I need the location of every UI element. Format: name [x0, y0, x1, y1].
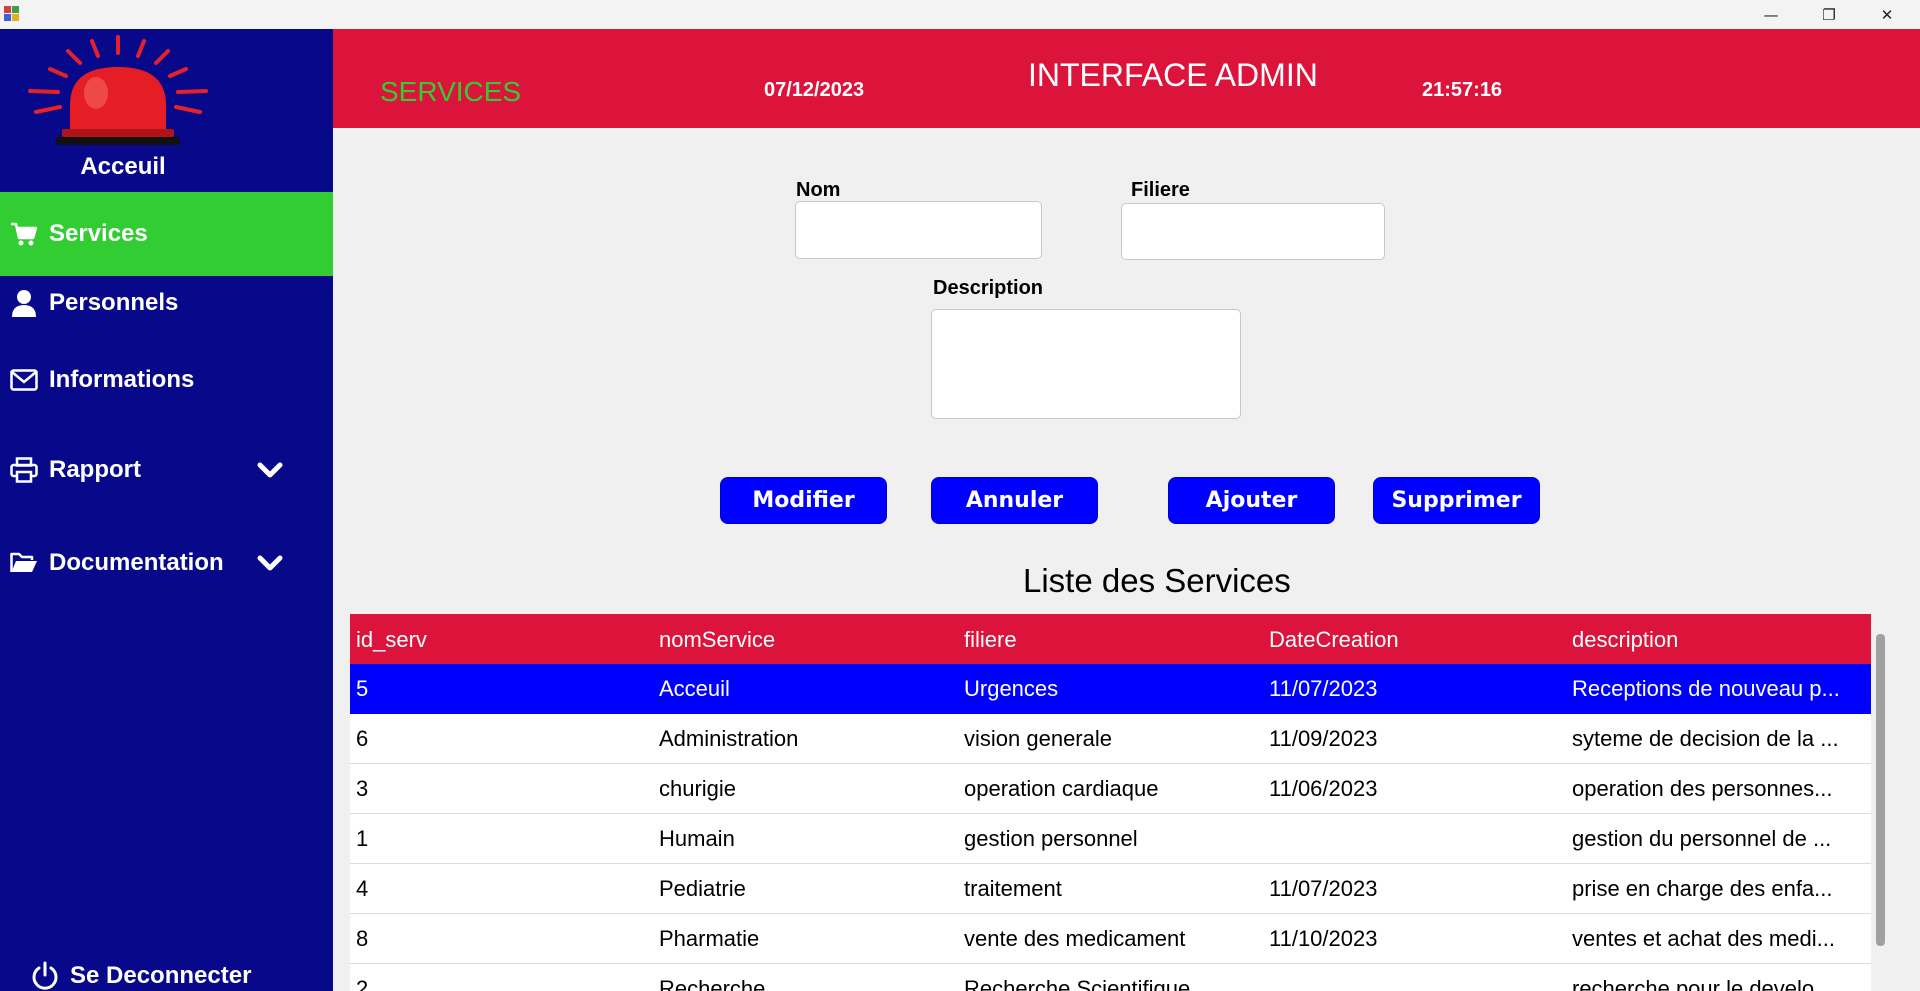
table-cell: churigie: [659, 776, 737, 801]
table-cell: gestion personnel: [964, 826, 1138, 851]
description-label: Description: [933, 277, 1044, 299]
chevron-down-icon[interactable]: [254, 454, 286, 486]
column-header[interactable]: nomService: [659, 627, 775, 653]
sidebar-item-personnels[interactable]: Personnels: [0, 271, 333, 335]
logout-label: Se Deconnecter: [70, 962, 252, 989]
current-time: 21:57:16: [1422, 79, 1503, 101]
user-icon: [10, 289, 38, 317]
list-title: Liste des Services: [1023, 562, 1291, 599]
table-cell: 4: [356, 876, 369, 901]
table-row[interactable]: 5 Acceuil Urgences 11/07/2023 Receptions…: [350, 664, 1871, 714]
modifier-button[interactable]: Modifier: [720, 477, 887, 524]
table-cell: ventes et achat des medi...: [1572, 926, 1835, 951]
table-cell: Recherche Scientifique: [964, 976, 1191, 991]
table-cell: 3: [356, 776, 369, 801]
sidebar-item-label: Informations: [49, 366, 195, 393]
table-cell: 8: [356, 926, 369, 951]
minimize-button[interactable]: —: [1742, 0, 1800, 29]
filiere-label: Filiere: [1131, 179, 1190, 201]
table-cell: Pediatrie: [659, 876, 746, 901]
table-cell: operation cardiaque: [964, 776, 1159, 801]
sidebar-item-label: Services: [49, 220, 148, 247]
table-cell: 5: [356, 676, 369, 701]
envelope-icon: [10, 366, 38, 394]
table-cell: 11/07/2023: [1269, 676, 1378, 701]
folder-open-icon: [10, 549, 38, 577]
table-row[interactable]: 3 churigie operation cardiaque 11/06/202…: [350, 764, 1871, 814]
table-cell: vision generale: [964, 726, 1112, 751]
column-header[interactable]: DateCreation: [1269, 627, 1399, 653]
table-cell: Administration: [659, 726, 799, 751]
logout-button[interactable]: Se Deconnecter: [30, 961, 251, 991]
nom-label: Nom: [796, 179, 841, 201]
table-cell: Receptions de nouveau p...: [1572, 676, 1840, 701]
sidebar-item-services[interactable]: Services: [0, 192, 333, 276]
sidebar-item-label: Personnels: [49, 289, 179, 316]
table-cell: 11/06/2023: [1269, 776, 1378, 801]
table-scrollbar[interactable]: [1876, 634, 1885, 946]
table-cell: operation des personnes...: [1572, 776, 1833, 801]
table-cell: 11/09/2023: [1269, 726, 1378, 751]
filiere-input[interactable]: [1121, 203, 1385, 260]
table-cell: 11/10/2023: [1269, 926, 1378, 951]
table-cell: Humain: [659, 826, 735, 851]
table-cell: 11/07/2023: [1269, 876, 1378, 901]
nom-input[interactable]: [795, 201, 1042, 259]
table-cell: Acceuil: [659, 676, 730, 701]
app-icon: [4, 6, 20, 22]
table-cell: 1: [356, 826, 369, 851]
ajouter-button[interactable]: Ajouter: [1168, 477, 1335, 524]
table-cell: prise en charge des enfa...: [1572, 876, 1833, 901]
current-date: 07/12/2023: [764, 79, 865, 101]
table-cell: vente des medicament: [964, 926, 1186, 951]
window-titlebar: — ❐ ✕: [0, 0, 1920, 29]
sidebar-item-documentation[interactable]: Documentation: [0, 531, 333, 595]
table-row[interactable]: 4 Pediatrie traitement 11/07/2023 prise …: [350, 864, 1871, 914]
table-cell: 2: [356, 976, 369, 991]
table-cell: Recherche: [659, 976, 766, 991]
supprimer-button[interactable]: Supprimer: [1373, 477, 1540, 524]
sidebar-item-label: Rapport: [49, 456, 141, 483]
column-header[interactable]: filiere: [964, 627, 1017, 653]
chevron-down-icon[interactable]: [254, 547, 286, 579]
table-cell: Urgences: [964, 676, 1059, 701]
annuler-button[interactable]: Annuler: [931, 477, 1098, 524]
cart-icon: [10, 220, 38, 248]
page-title: INTERFACE ADMIN: [1028, 57, 1318, 93]
alarm-siren-icon[interactable]: [26, 35, 210, 150]
table-row[interactable]: 8 Pharmatie vente des medicament 11/10/2…: [350, 914, 1871, 964]
section-title: SERVICES: [380, 76, 522, 107]
power-icon: [32, 961, 58, 990]
sidebar-item-label: Documentation: [49, 549, 224, 576]
services-table[interactable]: id_serv nomService filiere DateCreation …: [350, 614, 1871, 991]
printer-icon: [10, 456, 38, 484]
home-label[interactable]: Acceuil: [0, 153, 246, 181]
table-cell: Pharmatie: [659, 926, 760, 951]
table-row[interactable]: 2 Recherche Recherche Scientifique reche…: [350, 964, 1871, 991]
table-cell: syteme de decision de la ...: [1572, 726, 1839, 751]
column-header[interactable]: id_serv: [356, 627, 427, 653]
restore-button[interactable]: ❐: [1800, 0, 1858, 29]
sidebar-item-informations[interactable]: Informations: [0, 348, 333, 412]
table-row[interactable]: 6 Administration vision generale 11/09/2…: [350, 714, 1871, 764]
close-button[interactable]: ✕: [1858, 0, 1916, 29]
table-cell: gestion du personnel de ...: [1572, 826, 1832, 851]
table-row[interactable]: 1 Humain gestion personnel gestion du pe…: [350, 814, 1871, 864]
table-cell: recherche pour le develo...: [1572, 976, 1833, 991]
table-header: id_serv nomService filiere DateCreation …: [350, 614, 1871, 664]
column-header[interactable]: description: [1572, 627, 1866, 653]
sidebar-item-rapport[interactable]: Rapport: [0, 438, 333, 502]
header-bar: SERVICES 07/12/2023 INTERFACE ADMIN 21:5…: [333, 29, 1920, 128]
description-textarea[interactable]: [931, 309, 1241, 419]
table-cell: 6: [356, 726, 369, 751]
sidebar: Acceuil Services Personnels Informations…: [0, 29, 333, 991]
table-cell: traitement: [964, 876, 1062, 901]
